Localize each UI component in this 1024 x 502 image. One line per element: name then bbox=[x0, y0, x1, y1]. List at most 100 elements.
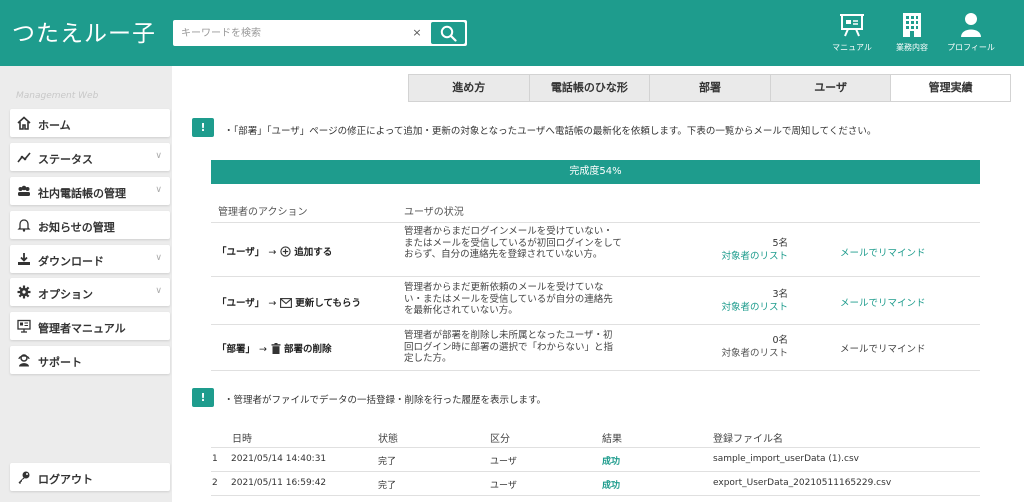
row-kind: ユーザ bbox=[490, 457, 517, 467]
info-alert-icon: ! bbox=[192, 388, 214, 407]
notice-text: ・管理者がファイルでデータの一括登録・削除を行った履歴を表示します。 bbox=[224, 395, 547, 406]
sidebar-item-label: お知らせの管理 bbox=[38, 221, 115, 234]
sidebar-item-download[interactable]: ダウンロード ∨ bbox=[10, 245, 170, 273]
bell-icon bbox=[17, 219, 31, 232]
status-description: 管理者からまだ更新依頼のメールを受けていない・またはメールを受信しているが自分の… bbox=[404, 282, 613, 316]
action-name: 更新してもらう bbox=[295, 298, 362, 309]
tab-progress[interactable]: 進め方 bbox=[408, 74, 529, 102]
chevron-down-icon: ∨ bbox=[155, 286, 162, 296]
presentation-board-icon bbox=[840, 14, 864, 37]
manual-icon bbox=[17, 319, 31, 333]
download-icon bbox=[18, 253, 30, 265]
search-button[interactable] bbox=[431, 22, 465, 44]
logout-button[interactable]: ログアウト bbox=[10, 463, 170, 491]
sidebar: Management Web ホーム ステータス ∨ 社内電話帳の管理 ∨ お知… bbox=[0, 66, 172, 502]
nav-manual[interactable]: マニュアル bbox=[822, 12, 882, 53]
tab-user[interactable]: ユーザ bbox=[769, 74, 891, 102]
arrow-text: → bbox=[268, 298, 277, 309]
row-datetime: 2021/05/14 14:40:31 bbox=[231, 454, 327, 464]
logout-label: ログアウト bbox=[38, 473, 93, 486]
target-count: 0名 対象者のリスト bbox=[672, 334, 788, 360]
target-list-link: 対象者のリスト bbox=[721, 348, 788, 359]
action-name: 追加する bbox=[294, 247, 333, 258]
row-kind: ユーザ bbox=[490, 481, 517, 491]
divider bbox=[211, 324, 980, 325]
main-content: 進め方 電話帳のひな形 部署 ユーザ 管理実績 ! ・「部署」「ユーザ」ページの… bbox=[172, 66, 1024, 502]
tab-template[interactable]: 電話帳のひな形 bbox=[528, 74, 650, 102]
support-icon bbox=[18, 354, 30, 367]
search-icon bbox=[440, 25, 457, 42]
target-list-link[interactable]: 対象者のリスト bbox=[672, 301, 788, 314]
chevron-down-icon: ∨ bbox=[155, 185, 162, 195]
sidebar-item-phonebook[interactable]: 社内電話帳の管理 ∨ bbox=[10, 177, 170, 205]
action-target: 「ユーザ」 bbox=[217, 247, 265, 258]
completion-progress-bar: 完成度54% bbox=[211, 160, 980, 184]
clear-search-button[interactable]: × bbox=[411, 26, 423, 40]
divider bbox=[211, 471, 980, 472]
key-icon bbox=[18, 471, 30, 484]
divider bbox=[211, 370, 980, 371]
nav-manual-label: マニュアル bbox=[832, 43, 872, 52]
target-count: 5名 対象者のリスト bbox=[672, 237, 788, 263]
nav-business-label: 業務内容 bbox=[896, 43, 928, 52]
status-chart-icon bbox=[17, 152, 31, 163]
nav-profile-label: プロフィール bbox=[947, 43, 995, 52]
envelope-icon bbox=[280, 298, 293, 308]
arrow-text: → bbox=[259, 344, 267, 355]
divider bbox=[211, 495, 980, 496]
row-number: 2 bbox=[212, 478, 218, 488]
target-list-link[interactable]: 対象者のリスト bbox=[672, 250, 788, 263]
action-request-update: 「ユーザ」 → 更新してもらう bbox=[217, 295, 361, 309]
search-input[interactable] bbox=[181, 20, 401, 46]
row-datetime: 2021/05/11 16:59:42 bbox=[231, 478, 327, 488]
count-value: 0名 bbox=[772, 335, 788, 346]
column-header-filename: 登録ファイル名 bbox=[713, 434, 783, 445]
column-header-datetime: 日時 bbox=[232, 434, 252, 445]
home-icon bbox=[17, 116, 31, 130]
row-result: 成功 bbox=[602, 457, 621, 467]
status-description: 管理者からまだログインメールを受けていない・またはメールを受信しているが初回ログ… bbox=[404, 226, 622, 260]
nav-profile[interactable]: プロフィール bbox=[941, 12, 1001, 53]
tab-management-record[interactable]: 管理実績 bbox=[890, 74, 1011, 102]
sidebar-item-home[interactable]: ホーム bbox=[10, 109, 170, 137]
column-header-action: 管理者のアクション bbox=[218, 207, 308, 218]
sidebar-item-label: ステータス bbox=[38, 153, 93, 166]
plus-circle-icon bbox=[280, 246, 291, 257]
sidebar-item-label: 社内電話帳の管理 bbox=[38, 187, 126, 200]
search-box: × bbox=[173, 20, 467, 46]
sidebar-item-notices[interactable]: お知らせの管理 bbox=[10, 211, 170, 239]
app-logo[interactable]: つたえルー子 bbox=[12, 14, 156, 48]
column-header-state: 状態 bbox=[378, 434, 398, 445]
group-icon bbox=[18, 185, 30, 196]
sidebar-item-label: 管理者マニュアル bbox=[38, 322, 126, 335]
sidebar-item-support[interactable]: サポート bbox=[10, 346, 170, 374]
row-filename: export_UserData_20210511165229.csv bbox=[713, 478, 892, 488]
arrow-text: → bbox=[268, 247, 277, 258]
action-target: 「ユーザ」 bbox=[217, 298, 265, 309]
trash-icon bbox=[271, 343, 281, 354]
row-result: 成功 bbox=[602, 481, 621, 491]
row-state: 完了 bbox=[378, 457, 397, 467]
nav-business[interactable]: 業務内容 bbox=[882, 12, 942, 53]
gear-icon bbox=[17, 285, 31, 299]
remind-by-email-link[interactable]: メールでリマインド bbox=[840, 295, 926, 309]
sidebar-item-label: オプション bbox=[38, 288, 93, 301]
info-alert-icon: ! bbox=[192, 118, 214, 137]
target-count: 3名 対象者のリスト bbox=[672, 288, 788, 314]
count-value: 3名 bbox=[772, 289, 788, 300]
divider bbox=[211, 276, 980, 277]
divider bbox=[211, 447, 980, 448]
sidebar-item-label: サポート bbox=[38, 356, 82, 369]
tab-department[interactable]: 部署 bbox=[649, 74, 770, 102]
remind-by-email-link[interactable]: メールでリマインド bbox=[840, 245, 926, 259]
brand-watermark: Management Web bbox=[16, 91, 99, 101]
row-state: 完了 bbox=[378, 481, 397, 491]
sidebar-item-admin-manual[interactable]: 管理者マニュアル bbox=[10, 312, 170, 340]
sidebar-item-options[interactable]: オプション ∨ bbox=[10, 278, 170, 306]
chevron-down-icon: ∨ bbox=[155, 151, 162, 161]
sidebar-item-status[interactable]: ステータス ∨ bbox=[10, 143, 170, 171]
action-name: 部署の削除 bbox=[283, 344, 332, 355]
action-delete-department: 「部署」 → 部署の削除 bbox=[217, 341, 332, 355]
divider bbox=[211, 222, 980, 223]
sidebar-item-label: ダウンロード bbox=[38, 255, 104, 268]
